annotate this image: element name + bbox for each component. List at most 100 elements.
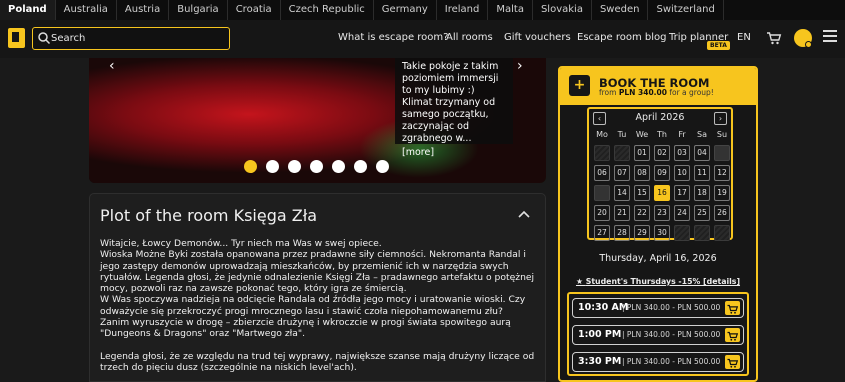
- country-tab-croatia[interactable]: Croatia: [228, 0, 281, 20]
- next-month-icon[interactable]: ›: [714, 112, 727, 125]
- country-tab-bulgaria[interactable]: Bulgaria: [169, 0, 228, 20]
- calendar-day[interactable]: 07: [614, 165, 630, 181]
- gallery-dot[interactable]: [310, 160, 323, 173]
- slot-time: 3:30 PM: [578, 356, 622, 367]
- promo-link[interactable]: ★ Student's Thursdays -15% [details]: [560, 277, 756, 286]
- calendar-day[interactable]: 11: [694, 165, 710, 181]
- calendar-day[interactable]: 15: [634, 185, 650, 201]
- plot-paragraph: Wioska Możne Byki została opanowana prze…: [100, 249, 538, 295]
- search-input[interactable]: [51, 30, 221, 46]
- weekday-label: Su: [716, 130, 728, 139]
- time-slots: 10:30 AM | PLN 340.00 - PLN 500.00 1:00 PM…: [567, 292, 749, 376]
- promo-text: Student's Thursdays -15% [details]: [585, 277, 741, 286]
- country-tab-austria[interactable]: Austria: [117, 0, 170, 20]
- calendar-day[interactable]: 06: [594, 165, 610, 181]
- country-tab-slovakia[interactable]: Slovakia: [533, 0, 592, 20]
- time-slot[interactable]: 1:00 PM | PLN 340.00 - PLN 500.00: [572, 325, 744, 345]
- calendar-day[interactable]: 09: [654, 165, 670, 181]
- nav-gift-vouchers[interactable]: Gift vouchers: [504, 32, 571, 43]
- calendar-day[interactable]: 27: [594, 225, 610, 241]
- weekday-label: Fr: [678, 130, 686, 139]
- gallery-dot[interactable]: [376, 160, 389, 173]
- country-tab-poland[interactable]: Poland: [0, 0, 56, 20]
- add-to-cart-icon[interactable]: [725, 355, 740, 369]
- country-tab-germany[interactable]: Germany: [374, 0, 437, 20]
- language-selector[interactable]: EN: [737, 32, 751, 43]
- time-slot[interactable]: 10:30 AM | PLN 340.00 - PLN 500.00: [572, 298, 744, 318]
- collapse-chevron-icon[interactable]: [518, 209, 530, 221]
- booking-header: + BOOK THE ROOM from PLN 340.00 for a gr…: [560, 68, 756, 105]
- photo-gallery[interactable]: ‹ › Takie pokoje z takim poziomiem immer…: [89, 58, 546, 183]
- calendar-day[interactable]: 14: [614, 185, 630, 201]
- subtitle-price: PLN 340.00: [618, 88, 667, 97]
- gallery-next-icon[interactable]: ›: [517, 58, 523, 74]
- calendar-day[interactable]: [714, 145, 730, 161]
- booking-subtitle: from PLN 340.00 for a group!: [599, 88, 714, 97]
- calendar-day[interactable]: 30: [654, 225, 670, 241]
- gallery-dot[interactable]: [266, 160, 279, 173]
- calendar-day[interactable]: 29: [634, 225, 650, 241]
- calendar-day[interactable]: 26: [714, 205, 730, 221]
- plot-paragraph: Witajcie, Łowcy Demonów... Tyr niech ma …: [100, 238, 382, 249]
- country-tab-ireland[interactable]: Ireland: [437, 0, 489, 20]
- cart-icon[interactable]: [766, 30, 782, 46]
- plot-paragraph: Legenda głosi, że ze względu na trud tej…: [100, 350, 538, 374]
- hamburger-menu-icon[interactable]: [823, 30, 837, 44]
- gallery-prev-icon[interactable]: ‹: [109, 58, 115, 74]
- slot-time: 10:30 AM: [578, 302, 629, 313]
- country-tab-czech-republic[interactable]: Czech Republic: [281, 0, 374, 20]
- plot-paragraph: [100, 340, 537, 351]
- add-to-cart-icon[interactable]: [725, 328, 740, 342]
- search-box[interactable]: [32, 27, 230, 50]
- nav-all-rooms[interactable]: All rooms: [446, 32, 493, 43]
- calendar-day[interactable]: 16: [654, 185, 670, 201]
- time-slot[interactable]: 3:30 PM | PLN 340.00 - PLN 500.00: [572, 352, 744, 372]
- calendar-day[interactable]: 24: [674, 205, 690, 221]
- add-to-cart-icon[interactable]: [725, 301, 740, 315]
- calendar-day[interactable]: 19: [714, 185, 730, 201]
- booking-calendar: April 2026 ‹ › Mo Tu We Th Fr Sa Su 01 02 03 04 06…: [587, 107, 733, 241]
- calendar-day[interactable]: [594, 185, 610, 201]
- calendar-day[interactable]: 25: [694, 205, 710, 221]
- gallery-dot[interactable]: [332, 160, 345, 173]
- gallery-dot[interactable]: [244, 160, 257, 173]
- weekday-label: Th: [657, 130, 667, 139]
- slot-price: | PLN 340.00 - PLN 500.00: [622, 357, 721, 366]
- calendar-day[interactable]: 22: [634, 205, 650, 221]
- calendar-day[interactable]: 23: [654, 205, 670, 221]
- calendar-day: [694, 225, 710, 241]
- calendar-day[interactable]: 21: [614, 205, 630, 221]
- gallery-dot[interactable]: [354, 160, 367, 173]
- calendar-day[interactable]: 28: [614, 225, 630, 241]
- gallery-dot[interactable]: [288, 160, 301, 173]
- calendar-day: [674, 225, 690, 241]
- country-tab-switzerland[interactable]: Switzerland: [648, 0, 724, 20]
- calendar-day[interactable]: 01: [634, 145, 650, 161]
- calendar-day[interactable]: 02: [654, 145, 670, 161]
- header: What is escape room? All rooms Gift vouc…: [0, 20, 845, 58]
- calendar-day[interactable]: 04: [694, 145, 710, 161]
- slot-price: | PLN 340.00 - PLN 500.00: [622, 330, 721, 339]
- calendar-day[interactable]: 10: [674, 165, 690, 181]
- gallery-dots: [244, 160, 389, 173]
- plot-paragraph: Zanim wyruszycie w drogę – zbierzcie dru…: [100, 317, 514, 340]
- nav-what-is-escape-room[interactable]: What is escape room?: [338, 32, 448, 43]
- calendar-day: [714, 225, 730, 241]
- calendar-day[interactable]: 08: [634, 165, 650, 181]
- prev-month-icon[interactable]: ‹: [593, 112, 606, 125]
- review-more-link[interactable]: [more]: [402, 147, 506, 159]
- subtitle-prefix: from: [599, 88, 619, 97]
- country-tab-australia[interactable]: Australia: [56, 0, 117, 20]
- calendar-day[interactable]: 03: [674, 145, 690, 161]
- calendar-day[interactable]: 18: [694, 185, 710, 201]
- country-tab-sweden[interactable]: Sweden: [592, 0, 649, 20]
- slot-time: 1:00 PM: [578, 329, 622, 340]
- notification-dot: [805, 41, 812, 48]
- country-tab-malta[interactable]: Malta: [488, 0, 533, 20]
- calendar-day[interactable]: 12: [714, 165, 730, 181]
- calendar-day[interactable]: 17: [674, 185, 690, 201]
- calendar-day[interactable]: 20: [594, 205, 610, 221]
- calendar-day: [594, 145, 610, 161]
- selected-date: Thursday, April 16, 2026: [599, 253, 717, 264]
- nav-escape-room-blog[interactable]: Escape room blog: [577, 32, 666, 43]
